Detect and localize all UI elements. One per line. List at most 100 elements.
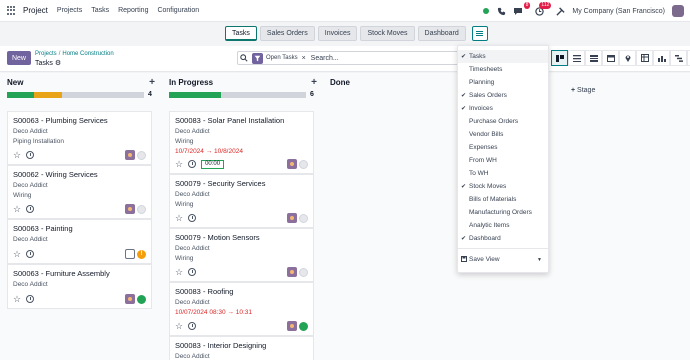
star-icon[interactable]: ☆ [13, 150, 21, 160]
dropdown-item-expenses[interactable]: Expenses [458, 141, 548, 154]
progress-segment-grey[interactable] [221, 91, 306, 98]
breadcrumb-home-construction[interactable]: Home Construction [62, 51, 113, 57]
dropdown-item-tasks[interactable]: ✔ Tasks [458, 50, 548, 63]
dropdown-item-sales-orders[interactable]: ✔ Sales Orders [458, 89, 548, 102]
dropdown-item-purchase-orders[interactable]: Purchase Orders [458, 115, 548, 128]
dropdown-item-stock-moves[interactable]: ✔ Stock Moves [458, 180, 548, 193]
status-dot-icon[interactable] [483, 8, 490, 14]
menu-reporting[interactable]: Reporting [118, 7, 148, 14]
status-circle-icon[interactable] [137, 294, 146, 304]
search-input[interactable]: Search... [311, 55, 339, 62]
menu-tasks[interactable]: Tasks [91, 7, 109, 14]
progress-segment-green[interactable] [7, 91, 35, 98]
save-view-button[interactable]: Save View ▼ [458, 253, 548, 266]
app-name[interactable]: Project [23, 6, 48, 15]
timer-badge[interactable]: 00:00 [201, 159, 225, 169]
tab-sales-orders[interactable]: Sales Orders [259, 26, 315, 41]
quick-create-plus-icon[interactable]: + [149, 77, 155, 88]
star-icon[interactable]: ☆ [13, 294, 21, 304]
column-title[interactable]: New [7, 78, 23, 87]
dropdown-item-to-wh[interactable]: To WH [458, 167, 548, 180]
dropdown-item-timesheets[interactable]: Timesheets [458, 63, 548, 76]
star-icon[interactable]: ☆ [13, 204, 21, 214]
menu-configuration[interactable]: Configuration [157, 7, 199, 14]
dropdown-item-label: Manufacturing Orders [469, 209, 532, 216]
task-card[interactable]: S00083 - Roofing Deco Addict 10/07/2024 … [169, 282, 314, 336]
activity-clock-icon[interactable] [26, 250, 35, 258]
search-bar[interactable]: Open Tasks × Search... [237, 51, 462, 65]
tab-stock-moves[interactable]: Stock Moves [360, 26, 415, 41]
column-title[interactable]: In Progress [169, 78, 213, 87]
column-progress-bar[interactable] [169, 91, 306, 98]
clock-activity-icon[interactable]: 112 [534, 2, 552, 16]
add-stage-button[interactable]: + Stage [571, 87, 595, 94]
dropdown-item-bills-of-materials[interactable]: Bills of Materials [458, 193, 548, 206]
activity-clock-icon[interactable] [188, 268, 197, 276]
dropdown-item-dashboard[interactable]: ✔ Dashboard [458, 232, 548, 245]
task-card[interactable]: S00063 - Plumbing Services Deco Addict P… [7, 111, 152, 165]
status-circle-icon[interactable] [137, 150, 146, 160]
task-card[interactable]: S00063 - Furniture Assembly Deco Addict … [7, 264, 152, 309]
pivot-view-icon[interactable] [636, 50, 653, 66]
gantt-view-icon[interactable] [670, 50, 687, 66]
status-circle-icon[interactable] [299, 213, 308, 223]
kanban-view-icon[interactable] [551, 50, 568, 66]
dropdown-item-vendor-bills[interactable]: Vendor Bills [458, 128, 548, 141]
warning-status-icon[interactable]: ! [137, 249, 146, 259]
phone-icon[interactable] [496, 6, 506, 16]
task-card[interactable]: S00079 - Motion Sensors Deco Addict Wiri… [169, 228, 314, 282]
dropdown-item-from-wh[interactable]: From WH [458, 154, 548, 167]
activity-clock-icon[interactable] [188, 214, 197, 222]
task-card[interactable]: S00083 - Interior Designing Deco Addict [169, 336, 314, 360]
graph-view-icon[interactable] [653, 50, 670, 66]
quick-create-plus-icon[interactable]: + [311, 77, 317, 88]
messages-icon[interactable]: 8 [513, 2, 531, 16]
star-icon[interactable]: ☆ [175, 213, 183, 223]
status-circle-icon[interactable] [299, 159, 308, 169]
task-card[interactable]: S00083 - Solar Panel Installation Deco A… [169, 111, 314, 174]
progress-segment-orange[interactable] [34, 91, 62, 98]
new-button[interactable]: New [7, 51, 31, 65]
star-icon[interactable]: ☆ [13, 249, 21, 259]
company-switcher[interactable]: My Company (San Francisco) [572, 8, 665, 15]
gear-icon[interactable]: ⚙ [55, 60, 61, 67]
star-icon[interactable]: ☆ [175, 159, 183, 169]
dropdown-item-planning[interactable]: Planning [458, 76, 548, 89]
tools-icon[interactable] [555, 6, 565, 16]
dropdown-item-invoices[interactable]: ✔ Invoices [458, 102, 548, 115]
tab-dashboard[interactable]: Dashboard [417, 26, 466, 41]
search-icon[interactable] [238, 54, 250, 62]
activity-view-icon[interactable] [585, 50, 602, 66]
dropdown-item-manufacturing-orders[interactable]: Manufacturing Orders [458, 206, 548, 219]
progress-segment-green[interactable] [169, 91, 222, 98]
star-icon[interactable]: ☆ [175, 321, 183, 331]
apps-menu-icon[interactable] [7, 5, 17, 16]
task-card[interactable]: S00063 - Painting Deco Addict ☆ ! [7, 219, 152, 264]
star-icon[interactable]: ☆ [175, 267, 183, 277]
activity-clock-icon[interactable] [188, 160, 197, 168]
user-avatar[interactable] [672, 5, 684, 17]
activity-clock-icon[interactable] [26, 205, 35, 213]
status-circle-icon[interactable] [299, 267, 308, 277]
dropdown-item-analytic-items[interactable]: Analytic Items [458, 219, 548, 232]
list-view-icon[interactable] [568, 50, 585, 66]
breadcrumb-projects[interactable]: Projects [35, 51, 57, 57]
remove-facet-icon[interactable]: × [302, 55, 306, 62]
task-card[interactable]: S00062 - Wiring Services Deco Addict Wir… [7, 165, 152, 219]
column-progress-bar[interactable] [7, 91, 144, 98]
progress-segment-grey[interactable] [61, 91, 144, 98]
kanban-board: New + 4 S00063 - Plumbing Services Deco … [0, 73, 690, 360]
activity-clock-icon[interactable] [188, 322, 197, 330]
map-pin-icon[interactable] [619, 50, 636, 66]
activity-clock-icon[interactable] [26, 295, 35, 303]
calendar-view-icon[interactable] [602, 50, 619, 66]
tab-invoices[interactable]: Invoices [317, 26, 358, 41]
status-circle-icon[interactable] [299, 321, 308, 331]
tab-tasks[interactable]: Tasks [225, 26, 257, 41]
task-card[interactable]: S00079 - Security Services Deco Addict W… [169, 174, 314, 228]
menu-projects[interactable]: Projects [57, 7, 82, 14]
status-circle-icon[interactable] [137, 204, 146, 214]
view-tabs-menu-button[interactable] [471, 26, 488, 41]
column-title[interactable]: Done [330, 78, 350, 87]
activity-clock-icon[interactable] [26, 151, 35, 159]
